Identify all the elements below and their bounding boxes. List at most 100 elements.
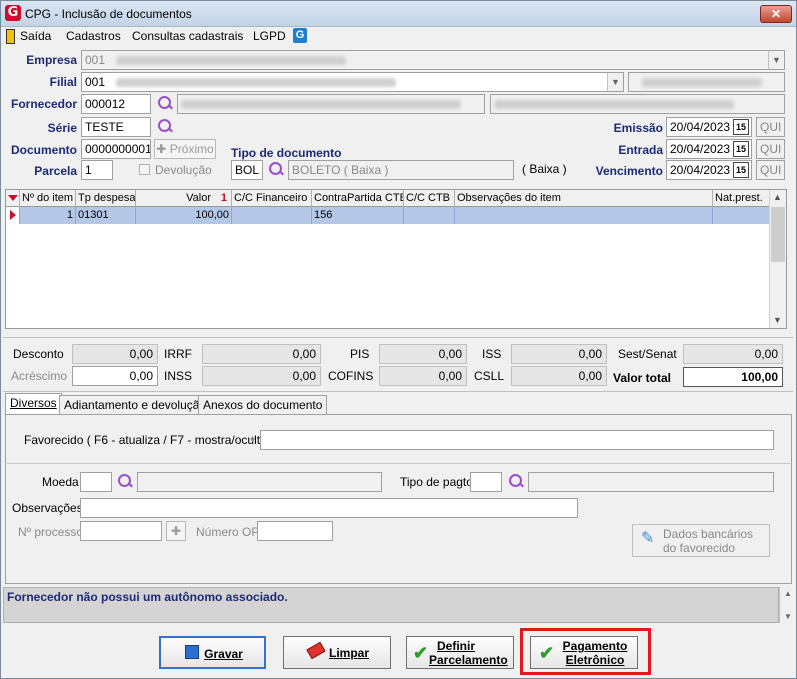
tab-adiantamento[interactable]: Adiantamento e devolução (59, 395, 212, 415)
csll-field: 0,00 (511, 366, 607, 386)
proximo-label: Próximo (169, 142, 214, 156)
fornecedor-code-input[interactable]: 000012 (81, 94, 151, 114)
menu-consultas[interactable]: Consultas cadastrais (132, 29, 243, 43)
exit-door-icon (6, 29, 15, 44)
tab-diversos-label: Diversos (10, 396, 57, 410)
tipo-pagto-code-input[interactable] (470, 472, 502, 492)
cell-cc-ctb[interactable] (404, 207, 455, 224)
tab-anexos[interactable]: Anexos do documento (198, 395, 328, 415)
definir-line2: Parcelamento (429, 653, 508, 667)
csll-label: CSLL (474, 369, 505, 383)
scroll-up-icon[interactable]: ▲ (784, 589, 792, 598)
fornecedor-name-redacted (181, 100, 461, 110)
inss-field: 0,00 (202, 366, 321, 386)
tipo-doc-search-icon[interactable] (267, 161, 285, 179)
documento-input[interactable]: 0000000001 (81, 139, 151, 159)
tipo-doc-desc-field: BOLETO ( Baixa ) (288, 160, 514, 180)
emissao-calendar-icon[interactable]: 15 (733, 119, 749, 135)
nprocesso-label: Nº processo (18, 525, 84, 539)
definir-parcelamento-button[interactable]: ✔ Definir Parcelamento (406, 636, 514, 669)
vencimento-value: 20/04/2023 (670, 163, 731, 177)
grid-row-indicator-header (6, 190, 20, 207)
plus-icon: ✚ (156, 142, 170, 156)
col-header-nat-prest[interactable]: Nat.prest. (713, 190, 770, 207)
gravar-button[interactable]: Gravar (159, 636, 266, 669)
scroll-thumb[interactable] (771, 207, 785, 262)
serie-input[interactable]: TESTE (81, 117, 151, 137)
favorecido-input[interactable] (260, 430, 774, 450)
devolucao-checkbox[interactable] (139, 164, 150, 175)
cell-observacoes[interactable] (455, 207, 713, 224)
col-header-cc-ctb[interactable]: C/C CTB (404, 190, 455, 207)
filial-select[interactable]: 001 ▼ (81, 72, 624, 92)
irrf-label: IRRF (164, 347, 192, 361)
limpar-label: Limpar (328, 646, 369, 660)
sort-asc-icon: 1 (220, 192, 227, 204)
parcela-input[interactable]: 1 (81, 160, 113, 180)
col-header-valor[interactable]: Valor 1 (136, 190, 232, 207)
vencimento-calendar-icon[interactable]: 15 (733, 162, 749, 178)
chevron-down-icon[interactable]: ▼ (768, 51, 784, 69)
cell-item[interactable]: 1 (20, 207, 76, 224)
cell-contrapartida[interactable]: 156 (312, 207, 404, 224)
scroll-down-icon[interactable]: ▼ (773, 315, 782, 325)
plus-icon: ✚ (170, 524, 182, 538)
tipo-pagto-search-icon[interactable] (507, 473, 525, 491)
serie-search-icon[interactable] (156, 118, 174, 136)
cell-tp-despesa[interactable]: 01301 (76, 207, 136, 224)
cell-nat-prest[interactable] (713, 207, 770, 224)
app-logo-icon: G (5, 5, 21, 21)
tab-diversos[interactable]: Diversos (5, 393, 62, 415)
divider (7, 463, 790, 464)
cell-cc-financeiro[interactable] (232, 207, 312, 224)
empresa-label: Empresa (26, 53, 77, 67)
col-header-cc-financeiro[interactable]: C/C Financeiro (232, 190, 312, 207)
menu-lgpd[interactable]: LGPD (253, 29, 286, 43)
entrada-calendar-icon[interactable]: 15 (733, 141, 749, 157)
moeda-desc-field (137, 472, 382, 492)
numero-op-input[interactable] (257, 521, 333, 541)
tipo-pagto-desc-field (528, 472, 774, 492)
tipo-pagto-label: Tipo de pagto (400, 475, 473, 489)
menu-saida[interactable]: Saída (20, 29, 51, 43)
chevron-down-icon[interactable]: ▼ (607, 73, 623, 91)
acrescimo-input[interactable]: 0,00 (72, 366, 158, 386)
col-header-valor-label: Valor (186, 192, 211, 204)
fornecedor-search-icon[interactable] (156, 95, 174, 113)
moeda-search-icon[interactable] (116, 473, 134, 491)
serie-label: Série (47, 121, 77, 135)
nprocesso-add-button[interactable]: ✚ (166, 521, 186, 541)
col-header-item[interactable]: Nº do item (20, 190, 76, 207)
dados-bancarios-button[interactable]: ✎ Dados bancários do favorecido (632, 524, 770, 557)
tipo-doc-code-input[interactable]: BOL (231, 160, 263, 180)
valor-total-label: Valor total (613, 371, 672, 385)
favorecido-label: Favorecido ( F6 - atualiza / F7 - mostra… (24, 433, 275, 447)
pencil-icon: ✎ (641, 530, 655, 547)
col-header-contrapartida[interactable]: ContraPartida CTB (312, 190, 404, 207)
close-button[interactable]: ✕ (760, 5, 792, 23)
divider (3, 337, 793, 338)
col-header-observacoes[interactable]: Observações do item (455, 190, 713, 207)
fornecedor-fantasia-field (490, 94, 785, 114)
proximo-button[interactable]: ✚ Próximo (154, 139, 216, 159)
nprocesso-input[interactable] (80, 521, 162, 541)
col-header-tp-despesa[interactable]: Tp despesa (76, 190, 136, 207)
empresa-select[interactable]: 001 ▼ (81, 50, 785, 70)
lgpd-icon[interactable]: G (293, 28, 307, 43)
table-row[interactable]: 1 01301 100,00 156 (6, 207, 770, 224)
menu-cadastros[interactable]: Cadastros (66, 29, 121, 43)
empresa-code: 001 (85, 53, 106, 67)
row-indicator (6, 207, 20, 224)
fornecedor-name-field (177, 94, 485, 114)
scroll-up-icon[interactable]: ▲ (773, 192, 782, 202)
items-grid[interactable]: Nº do item Tp despesa Valor 1 C/C Financ… (5, 189, 787, 329)
observacoes-input[interactable] (80, 498, 578, 518)
moeda-code-input[interactable] (80, 472, 112, 492)
cell-valor[interactable]: 100,00 (136, 207, 232, 224)
grid-scrollbar[interactable]: ▲ ▼ (769, 190, 786, 328)
limpar-button[interactable]: Limpar (283, 636, 391, 669)
filial-cnpj-redacted (642, 78, 762, 88)
scroll-down-icon[interactable]: ▼ (784, 612, 792, 621)
status-scrollbar[interactable]: ▲ ▼ (779, 587, 796, 623)
definir-line1: Definir (437, 639, 476, 653)
